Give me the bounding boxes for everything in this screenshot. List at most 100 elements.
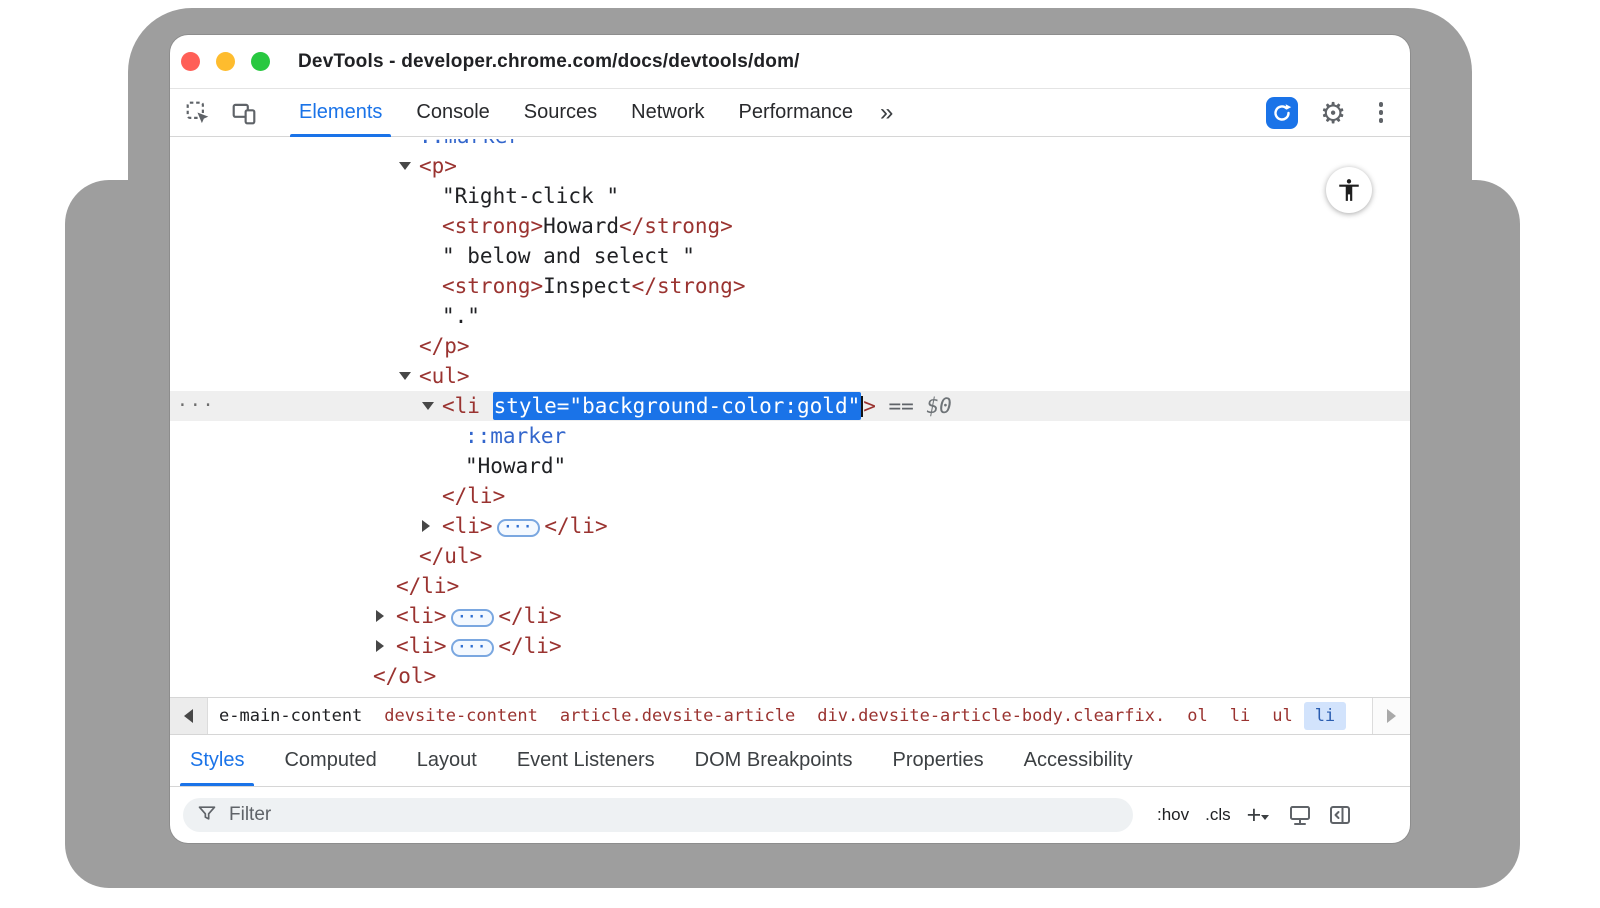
styles-toolbar-controls: :hov .cls + xyxy=(1149,797,1357,834)
tree-row[interactable]: <li>···</li> xyxy=(170,631,1410,661)
row-more-icon[interactable]: ··· xyxy=(177,391,216,421)
window-title: DevTools - developer.chrome.com/docs/dev… xyxy=(298,51,800,73)
accessibility-overlay-button[interactable] xyxy=(1326,167,1372,213)
code-token: </li> xyxy=(396,574,459,598)
breadcrumb-scroll-right-button[interactable] xyxy=(1372,698,1410,734)
tree-row[interactable]: "Right-click " xyxy=(170,181,1410,211)
tab-performance[interactable]: Performance xyxy=(722,89,871,137)
breadcrumb-item[interactable]: div.devsite-article-body.clearfix. xyxy=(806,702,1176,730)
tree-row[interactable]: "Howard" xyxy=(170,451,1410,481)
minimize-window-button[interactable] xyxy=(216,52,235,71)
tree-row[interactable]: ::marker xyxy=(170,139,1410,151)
code-token: <li> xyxy=(396,634,447,658)
devtools-toolbar: ElementsConsoleSourcesNetworkPerformance… xyxy=(170,89,1410,137)
breadcrumb-item[interactable]: article.devsite-article xyxy=(549,702,806,730)
expand-ellipsis-button[interactable]: ··· xyxy=(451,609,495,627)
disclosure-down-icon[interactable] xyxy=(399,372,411,380)
breadcrumb-item[interactable]: devsite-content xyxy=(373,702,549,730)
code-token: <p> xyxy=(419,154,457,178)
tree-row[interactable]: <strong>Howard</strong> xyxy=(170,211,1410,241)
code-token: <li> xyxy=(442,514,493,538)
tab-computed[interactable]: Computed xyxy=(264,735,396,786)
breadcrumb-item[interactable]: li xyxy=(1219,702,1261,730)
breadcrumb-item[interactable]: e-main-content xyxy=(208,702,373,730)
sidebar-tab-strip: StylesComputedLayoutEvent ListenersDOM B… xyxy=(170,735,1410,787)
tree-row[interactable]: <p> xyxy=(170,151,1410,181)
zoom-window-button[interactable] xyxy=(251,52,270,71)
disclosure-down-icon[interactable] xyxy=(422,402,434,410)
code-token: </li> xyxy=(498,604,561,628)
code-token: </li> xyxy=(498,634,561,658)
disclosure-right-icon[interactable] xyxy=(376,640,384,652)
tree-row[interactable]: <li>···</li> xyxy=(170,511,1410,541)
code-token: style="background-color:gold" xyxy=(493,392,862,420)
devtools-window: DevTools - developer.chrome.com/docs/dev… xyxy=(170,35,1410,843)
breadcrumb-item[interactable]: ul xyxy=(1261,702,1303,730)
tree-row[interactable]: </li> xyxy=(170,571,1410,601)
scroll-left-icon xyxy=(184,709,193,723)
tab-event-listeners[interactable]: Event Listeners xyxy=(497,735,675,786)
expand-ellipsis-button[interactable]: ··· xyxy=(497,519,541,537)
tree-row[interactable]: </li> xyxy=(170,481,1410,511)
close-window-button[interactable] xyxy=(181,52,200,71)
tree-row[interactable]: <strong>Inspect</strong> xyxy=(170,271,1410,301)
more-tabs-icon[interactable]: » xyxy=(880,91,893,135)
more-menu-icon[interactable] xyxy=(1366,96,1396,130)
disclosure-right-icon[interactable] xyxy=(422,520,430,532)
rendering-emulations-icon[interactable] xyxy=(1283,798,1317,832)
breadcrumb: e-main-contentdevsite-contentarticle.dev… xyxy=(170,697,1410,735)
code-token: Inspect xyxy=(543,274,632,298)
settings-gear-icon[interactable]: ⚙ xyxy=(1316,96,1350,130)
tree-row[interactable]: "." xyxy=(170,301,1410,331)
tab-network[interactable]: Network xyxy=(614,89,721,137)
code-token: <li> xyxy=(396,604,447,628)
filter-input[interactable] xyxy=(227,803,1119,827)
tab-styles[interactable]: Styles xyxy=(170,735,264,786)
dom-tree-scroll-content: ::marker<p>"Right-click "<strong>Howard<… xyxy=(170,139,1410,691)
code-token: $0 xyxy=(926,394,951,418)
breadcrumb-item[interactable]: ol xyxy=(1176,702,1218,730)
tree-row[interactable]: ···<li style="background-color:gold"> ==… xyxy=(170,391,1410,421)
code-token: Howard xyxy=(543,214,619,238)
tree-row[interactable]: " below and select " xyxy=(170,241,1410,271)
inspect-element-icon[interactable] xyxy=(181,96,215,130)
breadcrumb-scroll-left-button[interactable] xyxy=(170,698,208,734)
expand-ellipsis-button[interactable]: ··· xyxy=(451,639,495,657)
disclosure-right-icon[interactable] xyxy=(376,610,384,622)
sync-refresh-icon[interactable] xyxy=(1266,97,1298,129)
filter-field[interactable] xyxy=(183,798,1133,832)
tree-row[interactable]: <li>···</li> xyxy=(170,601,1410,631)
code-token: </ul> xyxy=(419,544,482,568)
device-toolbar-icon[interactable] xyxy=(227,96,261,130)
tab-console[interactable]: Console xyxy=(399,89,506,137)
tree-row[interactable]: ::marker xyxy=(170,421,1410,451)
panel-tab-strip: ElementsConsoleSourcesNetworkPerformance xyxy=(282,89,870,137)
tab-properties[interactable]: Properties xyxy=(873,735,1004,786)
code-token: </li> xyxy=(442,484,505,508)
tab-layout[interactable]: Layout xyxy=(397,735,497,786)
code-token: </strong> xyxy=(632,274,746,298)
sidebar-toggle-icon[interactable] xyxy=(1323,798,1357,832)
new-style-rule-button[interactable]: + xyxy=(1239,797,1278,834)
code-token: <ul> xyxy=(419,364,470,388)
tab-accessibility[interactable]: Accessibility xyxy=(1004,735,1153,786)
tree-row[interactable]: </ol> xyxy=(170,661,1410,691)
element-classes-button[interactable]: .cls xyxy=(1197,801,1239,829)
code-token: <strong> xyxy=(442,274,543,298)
tree-row[interactable]: </ul> xyxy=(170,541,1410,571)
tab-sources[interactable]: Sources xyxy=(507,89,614,137)
code-token: ::marker xyxy=(465,424,566,448)
tab-elements[interactable]: Elements xyxy=(282,89,399,137)
tree-row[interactable]: </p> xyxy=(170,331,1410,361)
code-token: "Howard" xyxy=(465,454,566,478)
dom-tree: ::marker<p>"Right-click "<strong>Howard<… xyxy=(170,139,1410,697)
scroll-right-icon xyxy=(1387,709,1396,723)
accessibility-person-icon xyxy=(1336,177,1362,203)
tab-dom-breakpoints[interactable]: DOM Breakpoints xyxy=(675,735,873,786)
title-bar: DevTools - developer.chrome.com/docs/dev… xyxy=(170,35,1410,89)
code-token: <strong> xyxy=(442,214,543,238)
disclosure-down-icon[interactable] xyxy=(399,162,411,170)
tree-row[interactable]: <ul> xyxy=(170,361,1410,391)
toggle-element-state-button[interactable]: :hov xyxy=(1149,801,1197,829)
breadcrumb-item[interactable]: li xyxy=(1304,702,1346,730)
